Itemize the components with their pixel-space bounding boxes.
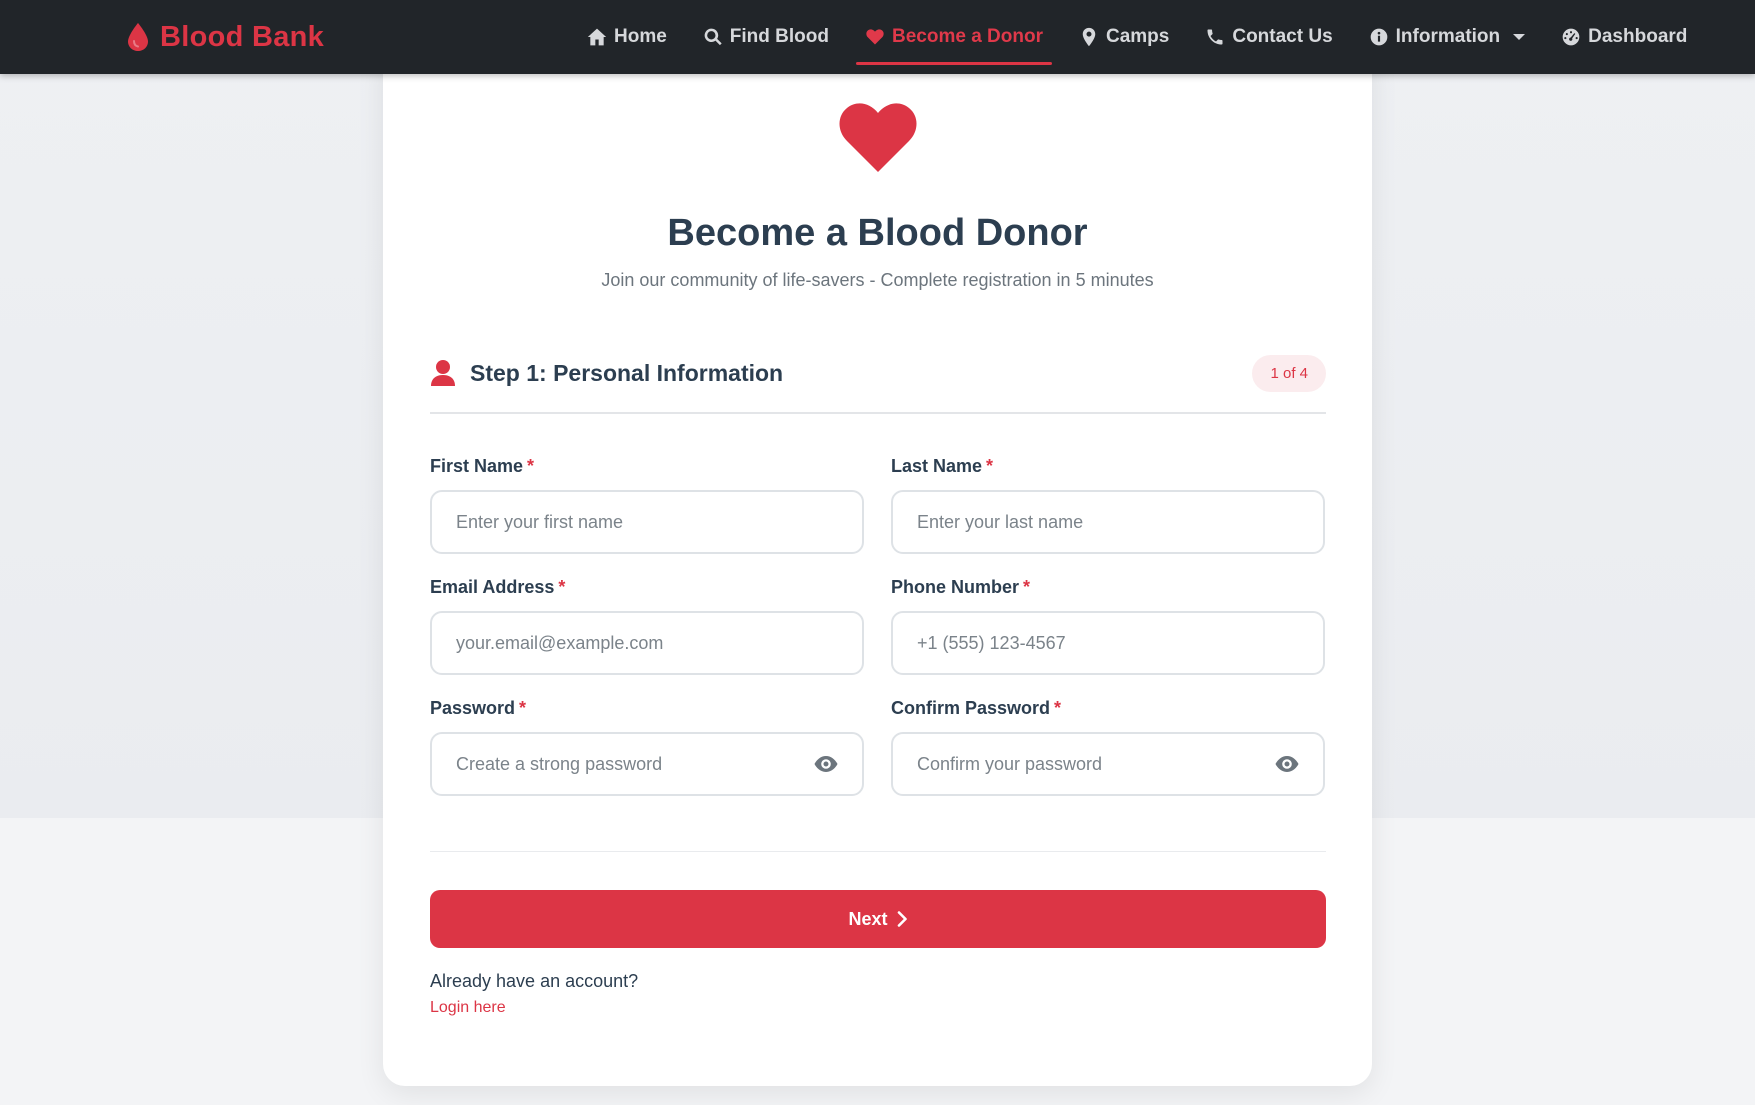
page-subtitle: Join our community of life-savers - Comp… bbox=[601, 270, 1154, 290]
step-progress-badge: 1 of 4 bbox=[1252, 354, 1326, 392]
chevron-right-icon bbox=[897, 911, 907, 927]
already-have-account-text: Already have an account? bbox=[430, 971, 639, 991]
user-icon bbox=[431, 360, 455, 386]
nav-item-become-donor[interactable]: Become a Donor bbox=[856, 15, 1052, 65]
nav-item-label: Camps bbox=[1105, 26, 1170, 47]
nav-item-information[interactable]: Information bbox=[1360, 15, 1535, 59]
last-name-wrap bbox=[891, 490, 1325, 554]
heart-icon bbox=[839, 103, 917, 172]
blood-drop-icon bbox=[128, 23, 148, 51]
confirm-password-group: Confirm Password * bbox=[891, 698, 1325, 796]
phone-label: Phone Number * bbox=[891, 577, 1325, 599]
heart-icon bbox=[866, 29, 884, 45]
phone-group: Phone Number * bbox=[891, 577, 1325, 675]
brand-logo[interactable]: Blood Bank bbox=[126, 0, 324, 74]
password-wrap bbox=[430, 732, 864, 796]
nav-item-label: Find Blood bbox=[729, 26, 829, 47]
label-text: Password bbox=[430, 698, 516, 718]
step-title: Step 1: Personal Information bbox=[470, 359, 784, 386]
login-link[interactable]: Login here bbox=[430, 999, 506, 1017]
home-icon bbox=[587, 28, 607, 46]
page-title: Become a Blood Donor bbox=[667, 212, 1088, 254]
password-label: Password * bbox=[430, 698, 864, 720]
label-text: Confirm Password bbox=[891, 698, 1051, 718]
nav-links: Home Find Blood Become a Donor Camps Con… bbox=[578, 0, 1714, 74]
info-circle-icon bbox=[1370, 28, 1387, 46]
nav-item-find-blood[interactable]: Find Blood bbox=[694, 15, 838, 59]
required-asterisk: * bbox=[1023, 577, 1031, 597]
first-name-input[interactable] bbox=[430, 490, 864, 554]
email-label: Email Address * bbox=[430, 577, 864, 599]
step-header: Step 1: Personal Information 1 of 4 bbox=[430, 348, 1326, 398]
first-name-label: First Name * bbox=[430, 456, 864, 478]
nav-item-label: Information bbox=[1395, 26, 1501, 47]
label-text: First Name bbox=[430, 456, 524, 476]
phone-input[interactable] bbox=[891, 611, 1325, 675]
email-wrap bbox=[430, 611, 864, 675]
confirm-password-wrap bbox=[891, 732, 1325, 796]
divider bbox=[430, 851, 1326, 852]
brand-name: Blood Bank bbox=[160, 20, 325, 53]
nav-item-label: Home bbox=[614, 26, 667, 47]
nav-item-contact[interactable]: Contact Us bbox=[1196, 15, 1341, 59]
confirm-password-input[interactable] bbox=[891, 732, 1325, 796]
required-asterisk: * bbox=[1054, 698, 1062, 718]
nav-item-home[interactable]: Home bbox=[578, 15, 676, 59]
chevron-down-icon bbox=[1513, 34, 1526, 40]
next-button[interactable]: Next bbox=[430, 890, 1326, 948]
eye-icon[interactable] bbox=[1275, 753, 1299, 775]
password-input[interactable] bbox=[430, 732, 864, 796]
next-button-label: Next bbox=[848, 908, 888, 929]
search-icon bbox=[704, 28, 722, 46]
divider bbox=[430, 412, 1326, 414]
confirm-password-label: Confirm Password * bbox=[891, 698, 1325, 720]
nav-item-label: Become a Donor bbox=[892, 26, 1043, 47]
required-asterisk: * bbox=[527, 456, 535, 476]
last-name-label: Last Name * bbox=[891, 456, 1325, 478]
nav-item-dashboard[interactable]: Dashboard bbox=[1552, 15, 1696, 59]
password-group: Password * bbox=[430, 698, 864, 796]
email-input[interactable] bbox=[430, 611, 864, 675]
required-asterisk: * bbox=[519, 698, 527, 718]
label-text: Last Name bbox=[891, 456, 983, 476]
nav-item-label: Contact Us bbox=[1232, 26, 1333, 47]
email-group: Email Address * bbox=[430, 577, 864, 675]
phone-icon bbox=[1207, 29, 1223, 45]
last-name-group: Last Name * bbox=[891, 456, 1325, 554]
eye-icon[interactable] bbox=[814, 753, 838, 775]
label-text: Email Address bbox=[430, 577, 555, 597]
last-name-input[interactable] bbox=[891, 490, 1325, 554]
required-asterisk: * bbox=[986, 456, 994, 476]
dashboard-gauge-icon bbox=[1562, 28, 1580, 46]
nav-item-label: Dashboard bbox=[1588, 26, 1688, 47]
nav-item-camps[interactable]: Camps bbox=[1070, 15, 1178, 59]
registration-card: Become a Blood Donor Join our community … bbox=[383, 40, 1372, 1086]
map-pin-icon bbox=[1082, 27, 1096, 47]
required-asterisk: * bbox=[558, 577, 566, 597]
label-text: Phone Number bbox=[891, 577, 1020, 597]
first-name-group: First Name * bbox=[430, 456, 864, 554]
top-navbar: Blood Bank Home Find Blood Become a Dono… bbox=[0, 0, 1755, 74]
phone-wrap bbox=[891, 611, 1325, 675]
first-name-wrap bbox=[430, 490, 864, 554]
